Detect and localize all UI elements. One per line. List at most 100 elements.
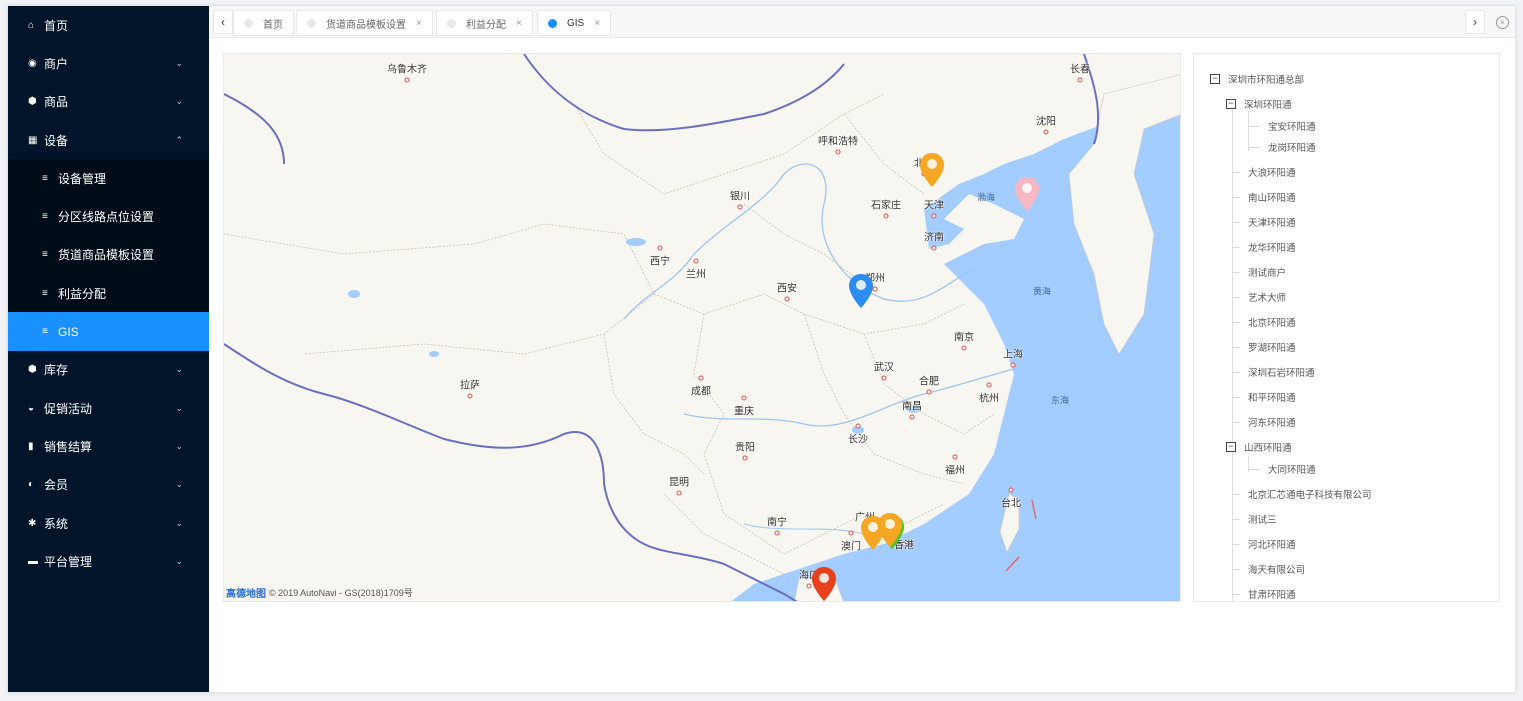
city-label: 天津 [924, 200, 944, 212]
tree-connector [1232, 372, 1240, 373]
close-icon[interactable]: × [416, 18, 422, 29]
chevron-down-icon: ⌄ [175, 555, 183, 566]
city-dot [774, 530, 780, 536]
submenu-item[interactable]: ≡ 分区线路点位设置 [8, 197, 209, 235]
sidebar-item-user-circle[interactable]: ◉ 商户 ⌄ [8, 44, 209, 82]
city-label: 西安 [777, 283, 797, 295]
tree-node-label: 大浪环阳通 [1248, 168, 1296, 179]
tab-3[interactable]: GIS × [537, 10, 612, 36]
shenzhen-marker[interactable] [877, 512, 903, 548]
device-submenu: ≡ 设备管理 ≡ 分区线路点位设置 ≡ 货道商品模板设置 ≡ 利益分配 ≡ GI… [8, 159, 209, 351]
chevron-down-icon: ⌄ [175, 57, 183, 68]
sidebar-item-cube[interactable]: ⬢ 商品 ⌄ [8, 83, 209, 121]
gis-map[interactable]: 乌鲁木齐长春呼和浩特沈阳北京银川石家庄天津济南西宁兰州西安郑州南京上海武汉合肥成… [223, 53, 1181, 602]
sidebar-item-label: 会员 [44, 478, 69, 493]
sidebar-item-promotion[interactable]: ◒ 促销活动 ⌄ [8, 389, 209, 427]
tree-node-label: 宝安环阳通 [1268, 122, 1316, 133]
submenu-item-label: GIS [58, 324, 79, 339]
city-dot [1010, 362, 1016, 368]
city-dot [742, 455, 748, 461]
tree-node[interactable]: 艺术大师 [1248, 290, 1286, 304]
city-label: 呼和浩特 [818, 136, 858, 148]
close-icon[interactable]: × [594, 18, 600, 29]
tree-connector [1232, 297, 1240, 298]
chevron-down-icon: ⌄ [175, 364, 183, 375]
cube-icon: ⬢ [28, 96, 37, 108]
city-label: 武汉 [874, 362, 894, 374]
collapse-icon[interactable]: − [1226, 99, 1236, 109]
tree-node-label: 测试商户 [1248, 268, 1287, 279]
tree-node[interactable]: 深圳石岩环阳通 [1248, 365, 1315, 379]
tree-node[interactable]: 大同环阳通 [1268, 462, 1316, 476]
city-label: 西宁 [650, 256, 670, 268]
tree-node[interactable]: − 山西环阳通 [1226, 440, 1292, 454]
tree-node[interactable]: 北京环阳通 [1248, 315, 1296, 329]
tree-node-label: 大同环阳通 [1268, 465, 1316, 476]
zhengzhou-marker[interactable] [848, 273, 874, 309]
tree-node[interactable]: 天津环阳通 [1248, 215, 1296, 229]
tree-node[interactable]: 大浪环阳通 [1248, 165, 1296, 179]
tree-node[interactable]: 河东环阳通 [1248, 415, 1296, 429]
tree-node-label: 罗湖环阳通 [1248, 343, 1296, 354]
tab-1[interactable]: 货道商品模板设置 × [296, 10, 433, 36]
tree-node[interactable]: 河北环阳通 [1248, 537, 1296, 551]
tree-node-label: 海天有限公司 [1248, 565, 1306, 576]
chevron-down-icon: ⌄ [175, 402, 183, 413]
tabs-bar: ‹ 首页 货道商品模板设置 × 利益分配 × GIS × › × [209, 6, 1515, 38]
sidebar-item-label: 促销活动 [44, 401, 93, 416]
tree-node[interactable]: 测试商户 [1248, 265, 1286, 279]
submenu-item-label: 设备管理 [58, 171, 107, 186]
tree-guide-line [1248, 111, 1249, 151]
tree-node[interactable]: 罗湖环阳通 [1248, 340, 1296, 354]
tab-2[interactable]: 利益分配 × [436, 10, 533, 36]
sidebar-item-platform[interactable]: ▬ 平台管理 ⌄ [8, 542, 209, 580]
sidebar-item-inventory[interactable]: ⬢ 库存 ⌄ [8, 351, 209, 389]
city-label: 昆明 [669, 477, 689, 489]
close-icon[interactable]: × [516, 18, 522, 29]
sidebar-item-device[interactable]: ▦ 设备 ⌃ [8, 121, 209, 159]
close-all-tabs-icon[interactable]: × [1496, 16, 1509, 29]
haikou-marker[interactable] [811, 566, 837, 602]
filter-icon: ≡ [42, 326, 48, 338]
bag-icon: ▮ [28, 440, 34, 452]
tree-node[interactable]: − 深圳环阳通 [1226, 97, 1292, 111]
tree-connector [1232, 397, 1240, 398]
tree-connector [1232, 544, 1240, 545]
city-dot [741, 395, 747, 401]
submenu-item[interactable]: ≡ GIS [8, 312, 209, 351]
city-dot [467, 393, 473, 399]
dalian-marker[interactable] [1014, 176, 1040, 212]
city-dot [931, 245, 937, 251]
collapse-icon[interactable]: − [1210, 74, 1220, 84]
sidebar-item-bag[interactable]: ▮ 销售结算 ⌄ [8, 427, 209, 465]
submenu-item[interactable]: ≡ 货道商品模板设置 [8, 236, 209, 274]
tree-node-label: 甘肃环阳通 [1248, 590, 1296, 601]
sidebar-item-member[interactable]: ◐ 会员 ⌄ [8, 466, 209, 504]
city-dot [1008, 487, 1014, 493]
tab-scroll-left-button[interactable]: ‹ [213, 10, 233, 34]
sidebar-item-home[interactable]: ⌂ 首页 [8, 6, 209, 44]
tab-scroll-right-button[interactable]: › [1465, 10, 1485, 34]
beijing-marker[interactable] [919, 152, 945, 188]
tree-node-label: 测试三 [1248, 515, 1277, 526]
tree-node[interactable]: 龙华环阳通 [1248, 240, 1296, 254]
tree-node[interactable]: 测试三 [1248, 512, 1277, 526]
sidebar-item-gear[interactable]: ✱ 系统 ⌄ [8, 504, 209, 542]
city-dot [961, 345, 967, 351]
tree-node[interactable]: 海天有限公司 [1248, 562, 1305, 576]
sidebar-item-label: 设备 [44, 133, 69, 148]
submenu-item[interactable]: ≡ 设备管理 [8, 159, 209, 197]
tab-0[interactable]: 首页 [233, 10, 294, 36]
tree-node[interactable]: 宝安环阳通 [1268, 119, 1316, 133]
tree-node[interactable]: − 深圳市环阳通总部 [1210, 72, 1304, 86]
city-dot [657, 245, 663, 251]
tree-node[interactable]: 甘肃环阳通 [1248, 587, 1296, 601]
tree-node[interactable]: 北京汇芯通电子科技有限公司 [1248, 487, 1372, 501]
collapse-icon[interactable]: − [1226, 442, 1236, 452]
tree-node[interactable]: 南山环阳通 [1248, 190, 1296, 204]
chevron-down-icon: ⌄ [175, 479, 183, 490]
tree-node[interactable]: 和平环阳通 [1248, 390, 1296, 404]
submenu-item[interactable]: ≡ 利益分配 [8, 274, 209, 312]
tree-node[interactable]: 龙岗环阳通 [1268, 140, 1316, 154]
city-label: 重庆 [734, 406, 754, 418]
